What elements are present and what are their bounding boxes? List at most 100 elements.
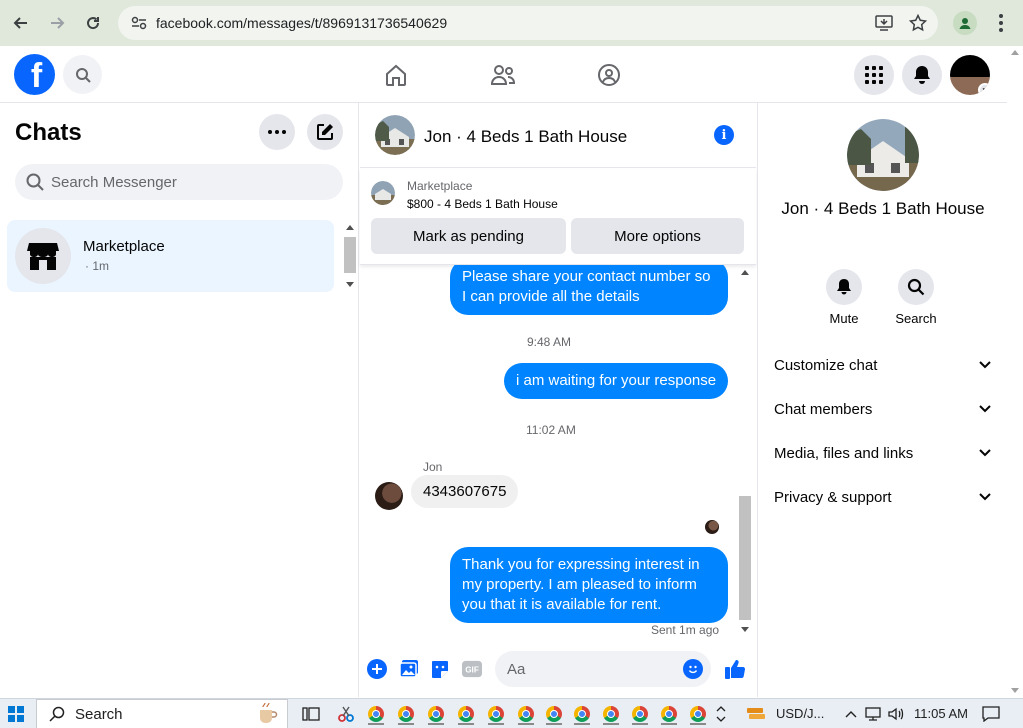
forward-button[interactable] (41, 7, 73, 39)
chrome-icon[interactable] (543, 703, 565, 725)
plus-icon[interactable] (367, 659, 387, 679)
facebook-logo-icon[interactable]: f (14, 54, 55, 95)
photo-icon[interactable] (399, 659, 419, 679)
chrome-icon[interactable] (687, 703, 709, 725)
listing-avatar[interactable] (375, 115, 415, 155)
site-settings-icon[interactable] (128, 12, 150, 34)
scroll-down-arrow-icon[interactable] (741, 627, 749, 632)
search-icon (907, 278, 925, 296)
search-icon (75, 67, 91, 83)
scroll-thumb[interactable] (739, 496, 751, 620)
notifications-button[interactable] (902, 55, 942, 95)
chat-members-section[interactable]: Chat members (774, 397, 992, 421)
windows-start-icon[interactable] (8, 706, 24, 722)
browser-profile-icon[interactable] (953, 11, 977, 35)
chrome-icon[interactable] (455, 703, 477, 725)
chrome-icon[interactable] (571, 703, 593, 725)
chrome-icon[interactable] (600, 703, 622, 725)
volume-icon[interactable] (886, 703, 908, 725)
scroll-up-arrow-icon[interactable] (346, 225, 354, 230)
browser-menu-icon[interactable] (993, 11, 1009, 35)
new-message-button[interactable] (307, 114, 343, 150)
scroll-up-arrow-icon[interactable] (1011, 50, 1019, 55)
snipping-tool-icon[interactable] (335, 703, 357, 725)
listing-profile-photo[interactable] (847, 119, 919, 191)
message-bubble-outgoing[interactable]: i am waiting for your response (504, 363, 729, 399)
chrome-icon[interactable] (365, 703, 387, 725)
address-bar[interactable]: facebook.com/messages/t/8969131736540629 (118, 6, 938, 40)
chats-options-button[interactable] (259, 114, 295, 150)
chrome-icon[interactable] (515, 703, 537, 725)
more-options-button[interactable]: More options (571, 218, 744, 254)
url-text: facebook.com/messages/t/8969131736540629 (156, 15, 448, 31)
back-button[interactable] (5, 7, 37, 39)
more-dots-icon (268, 130, 286, 134)
mute-button[interactable]: Mute (814, 269, 874, 326)
stock-ticker-label[interactable]: USD/J... (776, 706, 824, 721)
taskbar-overflow-icon[interactable] (714, 703, 728, 725)
install-app-icon[interactable] (874, 13, 894, 33)
search-in-conversation-button[interactable]: Search (886, 269, 946, 326)
chrome-icon[interactable] (658, 703, 680, 725)
sender-avatar[interactable] (375, 482, 403, 510)
chrome-icon[interactable] (485, 703, 507, 725)
section-label: Privacy & support (774, 488, 892, 506)
search-messenger-placeholder: Search Messenger (51, 173, 177, 191)
chats-scrollbar[interactable] (343, 220, 357, 292)
search-messenger-input[interactable]: Search Messenger (15, 164, 343, 200)
chrome-icon[interactable] (395, 703, 417, 725)
menu-grid-button[interactable] (854, 55, 894, 95)
groups-nav-icon[interactable] (596, 62, 622, 88)
chevron-down-icon (978, 358, 992, 372)
taskbar-search-placeholder: Search (75, 705, 123, 723)
account-avatar[interactable]: ▼ (950, 55, 990, 95)
gif-icon[interactable]: GIF (462, 659, 482, 679)
conversation-panel: Jon · 4 Beds 1 Bath House i Marketplace … (360, 103, 756, 697)
search-label: Search (895, 311, 937, 326)
compose-icon (317, 124, 333, 140)
facebook-search-button[interactable] (63, 55, 102, 94)
reload-button[interactable] (77, 7, 109, 39)
clock[interactable]: 11:05 AM (914, 706, 968, 721)
chrome-icon[interactable] (425, 703, 447, 725)
chevron-up-icon[interactable] (840, 703, 862, 725)
mark-as-pending-button[interactable]: Mark as pending (371, 218, 566, 254)
chevron-down-icon: ▼ (978, 83, 990, 95)
task-view-icon[interactable] (300, 703, 322, 725)
bookmark-star-icon[interactable] (908, 13, 928, 33)
stock-ticker-icon[interactable] (745, 703, 767, 725)
conversation-title[interactable]: Jon · 4 Beds 1 Bath House (424, 127, 627, 147)
message-bubble-outgoing[interactable]: Thank you for expressing interest in my … (450, 547, 728, 623)
taskbar-search-box[interactable]: Search (36, 699, 288, 728)
listing-thumbnail[interactable] (371, 181, 395, 205)
sticker-icon[interactable] (430, 659, 450, 679)
media-files-links-section[interactable]: Media, files and links (774, 441, 992, 465)
scroll-up-arrow-icon[interactable] (741, 270, 749, 275)
thumbs-up-icon[interactable] (723, 657, 747, 681)
svg-text:GIF: GIF (465, 666, 479, 675)
emoji-icon[interactable] (683, 659, 703, 679)
scroll-down-arrow-icon[interactable] (1011, 688, 1019, 693)
friends-nav-icon[interactable] (490, 62, 516, 88)
listing-price-title[interactable]: $800 - 4 Beds 1 Bath House (407, 197, 558, 211)
scroll-down-arrow-icon[interactable] (346, 282, 354, 287)
home-nav-icon[interactable] (383, 62, 409, 88)
message-bubble-incoming[interactable]: 4343607675 (411, 475, 519, 508)
timestamp: 11:02 AM (526, 423, 576, 437)
scroll-thumb[interactable] (344, 237, 356, 273)
chevron-down-icon (978, 402, 992, 416)
chat-item-marketplace[interactable]: Marketplace · 1m (7, 220, 334, 292)
notification-center-icon[interactable] (980, 703, 1002, 725)
chat-item-time: · 1m (85, 259, 109, 273)
windows-taskbar: Search USD/J... 11:05 AM (0, 698, 1023, 728)
chrome-icon[interactable] (629, 703, 651, 725)
privacy-support-section[interactable]: Privacy & support (774, 485, 992, 509)
network-icon[interactable] (862, 703, 884, 725)
message-bubble-outgoing[interactable]: Please share your contact number so I ca… (450, 265, 728, 315)
message-input[interactable]: Aa (495, 651, 711, 687)
customize-chat-section[interactable]: Customize chat (774, 353, 992, 377)
page-scrollbar[interactable] (1007, 46, 1023, 697)
messages-scrollbar[interactable] (738, 265, 752, 637)
chevron-down-icon (978, 446, 992, 460)
info-icon[interactable]: i (714, 125, 734, 145)
